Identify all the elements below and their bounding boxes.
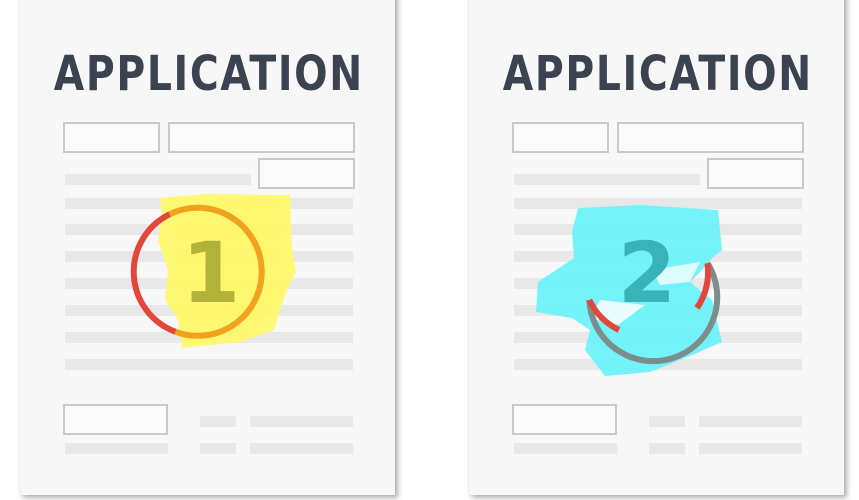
illustration: APPLICATION APPLICATION 1 2 (0, 0, 859, 500)
badge-digit: 1 (182, 224, 240, 322)
badge-digit: 2 (618, 224, 676, 322)
highlight-overlay: 1 2 (130, 194, 722, 376)
